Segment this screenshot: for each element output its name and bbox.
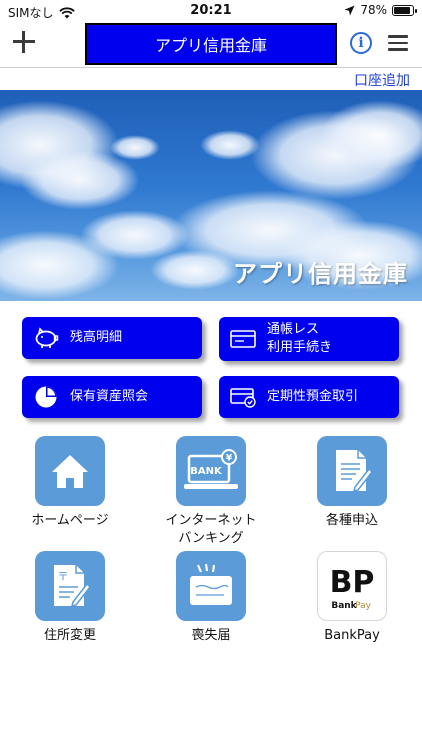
- add-account-link[interactable]: 口座追加: [354, 70, 410, 90]
- homepage-tile[interactable]: ホームページ: [10, 436, 130, 530]
- loss-report-label: 喪失届: [191, 628, 231, 643]
- battery-icon: [392, 4, 417, 16]
- bank-screen-text: BANK: [190, 466, 223, 477]
- passbookless-procedure-button[interactable]: 通帳レス 利用手続き: [219, 317, 399, 361]
- status-right: 78%: [344, 3, 417, 17]
- asset-inquiry-label: 保有資産照会: [70, 389, 149, 404]
- add-plus-icon[interactable]: [10, 28, 38, 56]
- applications-label: 各種申込: [325, 513, 378, 528]
- passbookless-label-line2: 利用手続き: [267, 340, 333, 355]
- status-bar: SIMなし 20:21 78%: [0, 0, 422, 22]
- pie-chart-icon: [32, 383, 60, 411]
- piggy-bank-icon: [32, 324, 60, 352]
- bankpay-logo-icon: BP Bank Pay: [317, 551, 387, 621]
- hamburger-menu-icon[interactable]: [388, 35, 408, 51]
- form-pen-icon: [317, 436, 387, 506]
- lost-card-icon: [176, 551, 246, 621]
- info-icon[interactable]: i: [350, 32, 372, 54]
- balance-details-button[interactable]: 残高明細: [22, 317, 202, 359]
- bankpay-logo-small2: Pay: [355, 601, 372, 611]
- banner-title: アプリ信用金庫: [233, 260, 408, 288]
- address-change-label: 住所変更: [43, 628, 96, 643]
- homepage-label: ホームページ: [31, 513, 109, 528]
- bankpay-tile[interactable]: BP Bank Pay BankPay: [292, 551, 412, 645]
- balance-details-label: 残高明細: [70, 330, 123, 345]
- internet-banking-tile[interactable]: BANK ¥ インターネット バンキング: [151, 436, 271, 548]
- bankpay-logo-small: Bank: [331, 601, 357, 611]
- nav-bar: アプリ信用金庫 i: [0, 22, 422, 68]
- internet-banking-laptop-icon: BANK ¥: [176, 436, 246, 506]
- time-deposit-button[interactable]: 定期性預金取引: [219, 376, 399, 418]
- battery-percent: 78%: [360, 3, 387, 17]
- app-title: アプリ信用金庫: [85, 23, 337, 65]
- bankpay-label: BankPay: [324, 628, 380, 643]
- applications-tile[interactable]: 各種申込: [292, 436, 412, 530]
- postal-mark-text: 〒: [58, 570, 69, 583]
- bankpay-logo-big: BP: [330, 565, 375, 600]
- yen-badge-text: ¥: [226, 454, 233, 464]
- asset-inquiry-button[interactable]: 保有資産照会: [22, 376, 202, 418]
- home-icon: [35, 436, 105, 506]
- internet-banking-label-line2: バンキング: [178, 531, 244, 546]
- location-arrow-icon: [344, 5, 355, 15]
- passbookless-label-line1: 通帳レス: [267, 322, 320, 337]
- passbook-card-icon: [229, 325, 257, 353]
- deposit-card-check-icon: [229, 383, 257, 411]
- address-change-tile[interactable]: 〒 住所変更: [10, 551, 130, 645]
- loss-report-tile[interactable]: 喪失届: [151, 551, 271, 645]
- time-deposit-label: 定期性預金取引: [267, 389, 359, 404]
- internet-banking-label-line1: インターネット: [165, 513, 257, 528]
- hero-banner: アプリ信用金庫: [0, 90, 422, 301]
- address-form-icon: 〒: [35, 551, 105, 621]
